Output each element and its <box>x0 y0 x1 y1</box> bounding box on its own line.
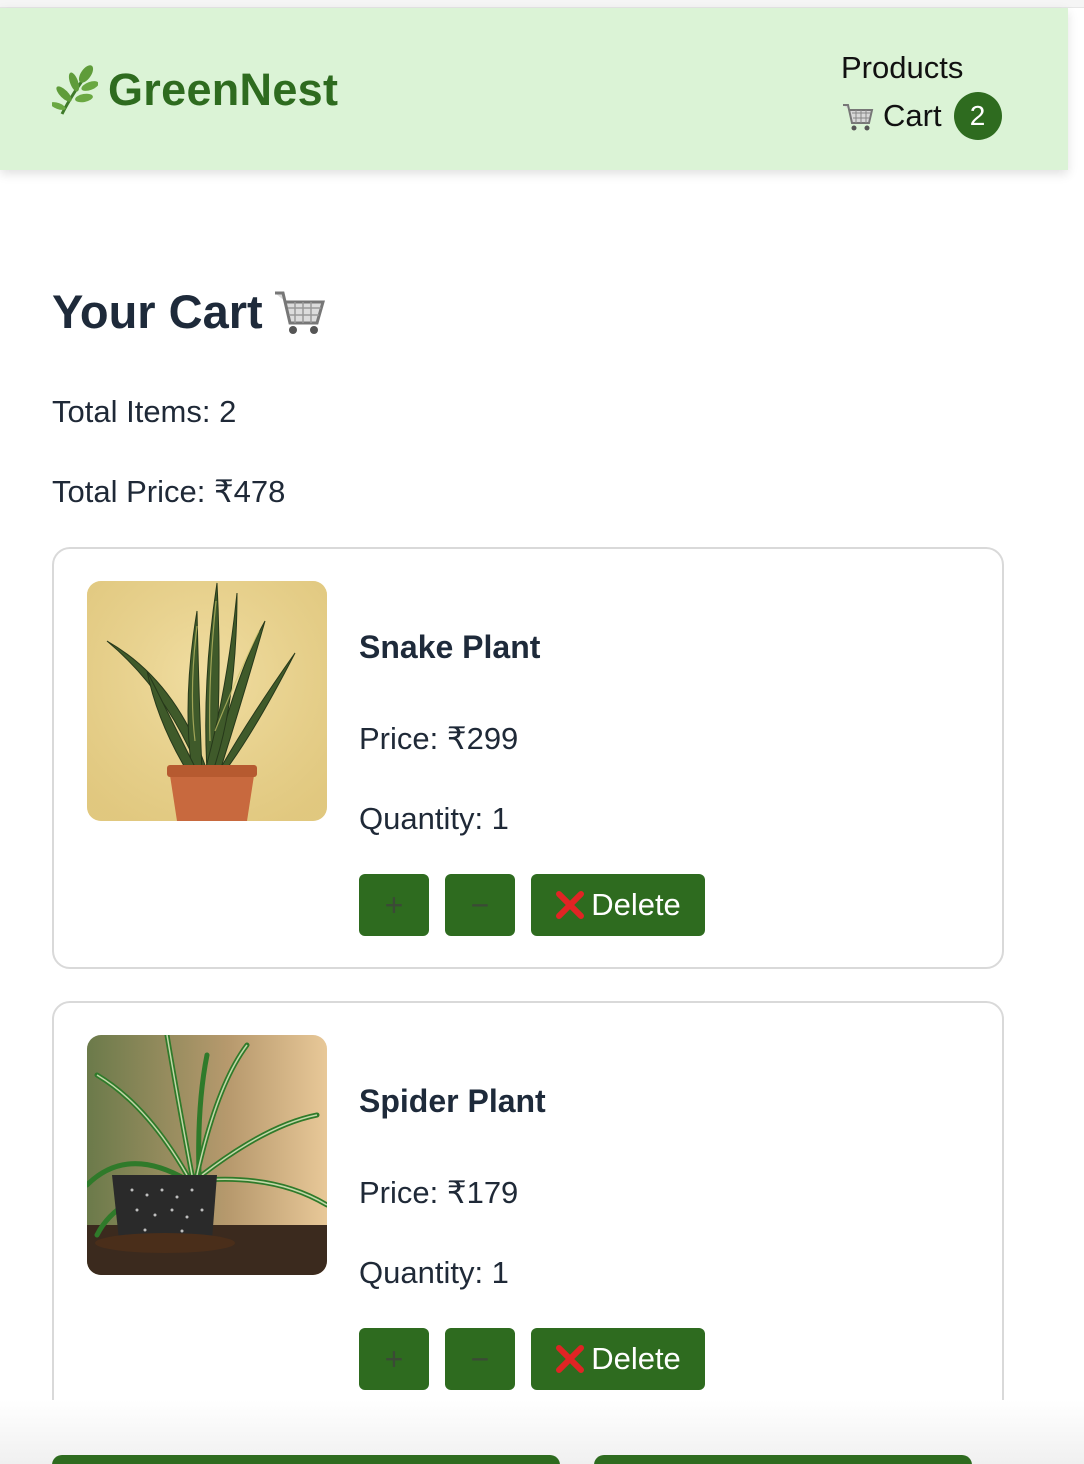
nav-links: Products Cart 2 <box>841 48 1002 140</box>
item-quantity: Quantity: 1 <box>359 1255 509 1290</box>
herb-leaf-icon <box>52 65 98 115</box>
nav-link-cart[interactable]: Cart 2 <box>841 92 1002 140</box>
delete-button[interactable]: Delete <box>531 874 705 936</box>
page-title-text: Your Cart <box>52 285 263 338</box>
page-title: Your Cart <box>52 284 327 339</box>
cart-count-badge: 2 <box>953 92 1002 140</box>
delete-label: Delete <box>591 887 681 922</box>
increase-quantity-button[interactable]: + <box>359 874 429 936</box>
item-actions: + − Delete <box>359 874 705 936</box>
nav-link-products[interactable]: Products <box>841 48 1002 88</box>
cart-item-card: Snake Plant Price: ₹299 Quantity: 1 + − … <box>52 547 1004 969</box>
shopping-cart-icon <box>843 104 874 131</box>
item-price: Price: ₹179 <box>359 1175 519 1210</box>
decrease-quantity-button[interactable]: − <box>445 1328 515 1390</box>
total-price: Total Price: ₹478 <box>52 474 286 509</box>
item-name: Spider Plant <box>359 1083 546 1119</box>
snake-plant-image <box>87 581 327 821</box>
brand-logo[interactable]: GreenNest <box>52 64 338 116</box>
cross-mark-icon <box>556 1345 585 1373</box>
brand-name: GreenNest <box>108 64 339 115</box>
cross-mark-icon <box>556 891 585 919</box>
total-items: Total Items: 2 <box>52 394 237 429</box>
bottom-action-button-right[interactable] <box>594 1455 972 1464</box>
item-actions: + − Delete <box>359 1328 705 1390</box>
decrease-quantity-button[interactable]: − <box>445 874 515 936</box>
delete-label: Delete <box>591 1341 681 1376</box>
item-quantity: Quantity: 1 <box>359 801 509 836</box>
spider-plant-image <box>87 1035 327 1275</box>
navbar: GreenNest Products Cart 2 <box>0 8 1068 170</box>
item-name: Snake Plant <box>359 629 541 665</box>
nav-cart-label: Cart <box>883 98 942 133</box>
browser-top-edge <box>0 0 1084 8</box>
increase-quantity-button[interactable]: + <box>359 1328 429 1390</box>
shopping-cart-icon <box>274 291 325 334</box>
item-price: Price: ₹299 <box>359 721 519 756</box>
cart-item-card: Spider Plant Price: ₹179 Quantity: 1 + −… <box>52 1001 1004 1423</box>
bottom-action-button-left[interactable] <box>52 1455 560 1464</box>
delete-button[interactable]: Delete <box>531 1328 705 1390</box>
